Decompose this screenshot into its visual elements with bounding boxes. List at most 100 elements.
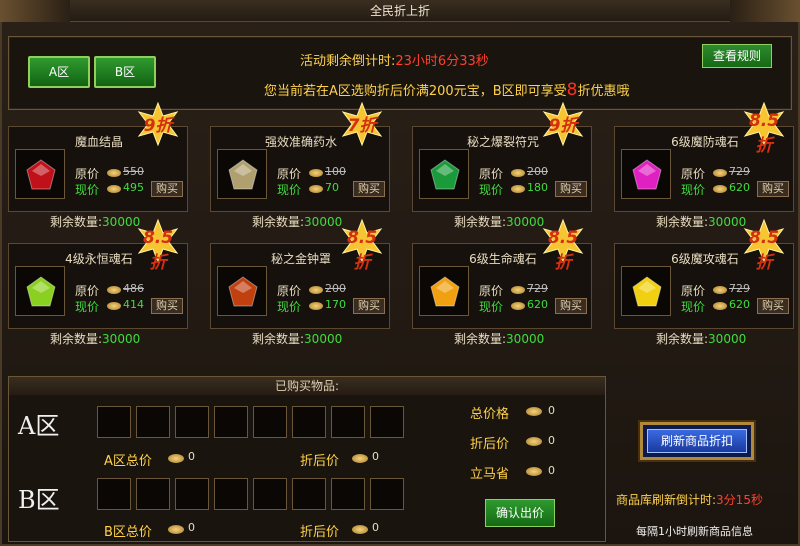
- original-price-label: 原价: [681, 167, 706, 181]
- zone-a-button[interactable]: A区: [28, 56, 90, 88]
- b-disc-value: 0: [372, 521, 379, 534]
- buy-button[interactable]: 购买: [151, 298, 183, 314]
- purchased-slot[interactable]: [175, 478, 209, 510]
- item-icon[interactable]: [621, 266, 671, 316]
- discount-badge: 9折: [136, 102, 180, 146]
- item-icon[interactable]: [621, 149, 671, 199]
- stock-count: 剩余数量:30000: [454, 332, 545, 346]
- item-icon[interactable]: [217, 266, 267, 316]
- gem-icon: [632, 159, 662, 190]
- buy-button[interactable]: 购买: [555, 181, 587, 197]
- gold-ingot-icon: [713, 302, 727, 310]
- purchased-slot[interactable]: [292, 478, 326, 510]
- original-price: 200: [527, 165, 548, 178]
- original-price-label: 原价: [75, 284, 100, 298]
- refresh-discount-label: 刷新商品折扣: [647, 429, 747, 453]
- current-price-label: 现价: [681, 183, 706, 197]
- buy-button[interactable]: 购买: [757, 298, 789, 314]
- b-total-label: B区总价: [104, 525, 152, 540]
- gold-ingot-icon: [168, 454, 184, 463]
- zone-b-button[interactable]: B区: [94, 56, 156, 88]
- purchased-slot[interactable]: [136, 406, 170, 438]
- title-ornament-left: [0, 0, 70, 22]
- promo-text: 您当前若在A区选购折后价满200元宝，B区即可享受8折优惠哦: [264, 80, 630, 100]
- confirm-bid-button[interactable]: 确认出价: [485, 499, 555, 527]
- current-price: 620: [729, 298, 750, 311]
- purchased-slot[interactable]: [370, 478, 404, 510]
- item-icon[interactable]: [419, 266, 469, 316]
- gem-icon: [26, 159, 56, 190]
- discount-badge: 8.5折: [541, 219, 585, 273]
- gold-ingot-icon: [352, 454, 368, 463]
- gold-ingot-icon: [511, 185, 525, 193]
- refresh-discount-button[interactable]: 刷新商品折扣: [640, 422, 754, 460]
- current-price: 620: [527, 298, 548, 311]
- purchased-slot[interactable]: [331, 406, 365, 438]
- current-price-label: 现价: [75, 300, 100, 314]
- buy-button[interactable]: 购买: [555, 298, 587, 314]
- stock-count: 剩余数量:30000: [454, 215, 545, 229]
- buy-button[interactable]: 购买: [353, 181, 385, 197]
- current-price: 495: [123, 181, 144, 194]
- current-price-label: 现价: [277, 183, 302, 197]
- refresh-info: 每隔1小时刷新商品信息: [636, 525, 753, 538]
- b-disc-label: 折后价: [300, 525, 340, 540]
- purchased-slot[interactable]: [253, 406, 287, 438]
- stock-count: 剩余数量:30000: [50, 215, 141, 229]
- save-label: 立马省: [470, 467, 510, 482]
- gold-ingot-icon: [168, 525, 184, 534]
- purchased-slot[interactable]: [292, 406, 326, 438]
- purchased-slot[interactable]: [97, 478, 131, 510]
- discount-badge: 8.5折: [340, 219, 384, 273]
- gold-ingot-icon: [107, 169, 121, 177]
- current-price-label: 现价: [479, 300, 504, 314]
- purchased-slot[interactable]: [214, 406, 248, 438]
- a-total-value: 0: [188, 450, 195, 463]
- current-price: 620: [729, 181, 750, 194]
- title-bar: 全民折上折: [0, 0, 800, 22]
- item-icon[interactable]: [419, 149, 469, 199]
- gold-ingot-icon: [309, 302, 323, 310]
- item-icon[interactable]: [217, 149, 267, 199]
- purchased-slot[interactable]: [97, 406, 131, 438]
- purchased-slot[interactable]: [253, 478, 287, 510]
- purchased-slot[interactable]: [214, 478, 248, 510]
- purchased-slot[interactable]: [370, 406, 404, 438]
- gold-ingot-icon: [309, 169, 323, 177]
- discount-text: 8.5折: [547, 228, 579, 273]
- stock-count: 剩余数量:30000: [252, 215, 343, 229]
- buy-button[interactable]: 购买: [757, 181, 789, 197]
- a-disc-label: 折后价: [300, 454, 340, 469]
- gold-ingot-icon: [309, 185, 323, 193]
- stock-count: 剩余数量:30000: [656, 332, 747, 346]
- gold-ingot-icon: [511, 169, 525, 177]
- original-price-label: 原价: [479, 284, 504, 298]
- gold-ingot-icon: [107, 286, 121, 294]
- zone-b-label: B区: [18, 486, 60, 514]
- buy-button[interactable]: 购买: [151, 181, 183, 197]
- gem-icon: [228, 159, 258, 190]
- purchased-slot[interactable]: [175, 406, 209, 438]
- gold-ingot-icon: [526, 407, 542, 416]
- current-price: 70: [325, 181, 339, 194]
- purchased-slot[interactable]: [136, 478, 170, 510]
- buy-button[interactable]: 购买: [353, 298, 385, 314]
- discount-text: 9折: [143, 116, 173, 136]
- discount-text: 8.5折: [346, 228, 378, 273]
- discount-text: 8.5折: [748, 111, 780, 156]
- save-value: 0: [548, 464, 555, 477]
- discount-text: 8.5折: [748, 228, 780, 273]
- gold-ingot-icon: [713, 286, 727, 294]
- item-icon[interactable]: [15, 149, 65, 199]
- discount-text: 9折: [548, 116, 578, 136]
- gold-ingot-icon: [107, 185, 121, 193]
- item-icon[interactable]: [15, 266, 65, 316]
- original-price-label: 原价: [681, 284, 706, 298]
- purchased-slot[interactable]: [331, 478, 365, 510]
- current-price: 180: [527, 181, 548, 194]
- gold-ingot-icon: [526, 437, 542, 446]
- view-rules-button[interactable]: 查看规则: [702, 44, 772, 68]
- discount-text: 8.5折: [142, 228, 174, 273]
- gold-ingot-icon: [713, 185, 727, 193]
- a-total-label: A区总价: [104, 454, 152, 469]
